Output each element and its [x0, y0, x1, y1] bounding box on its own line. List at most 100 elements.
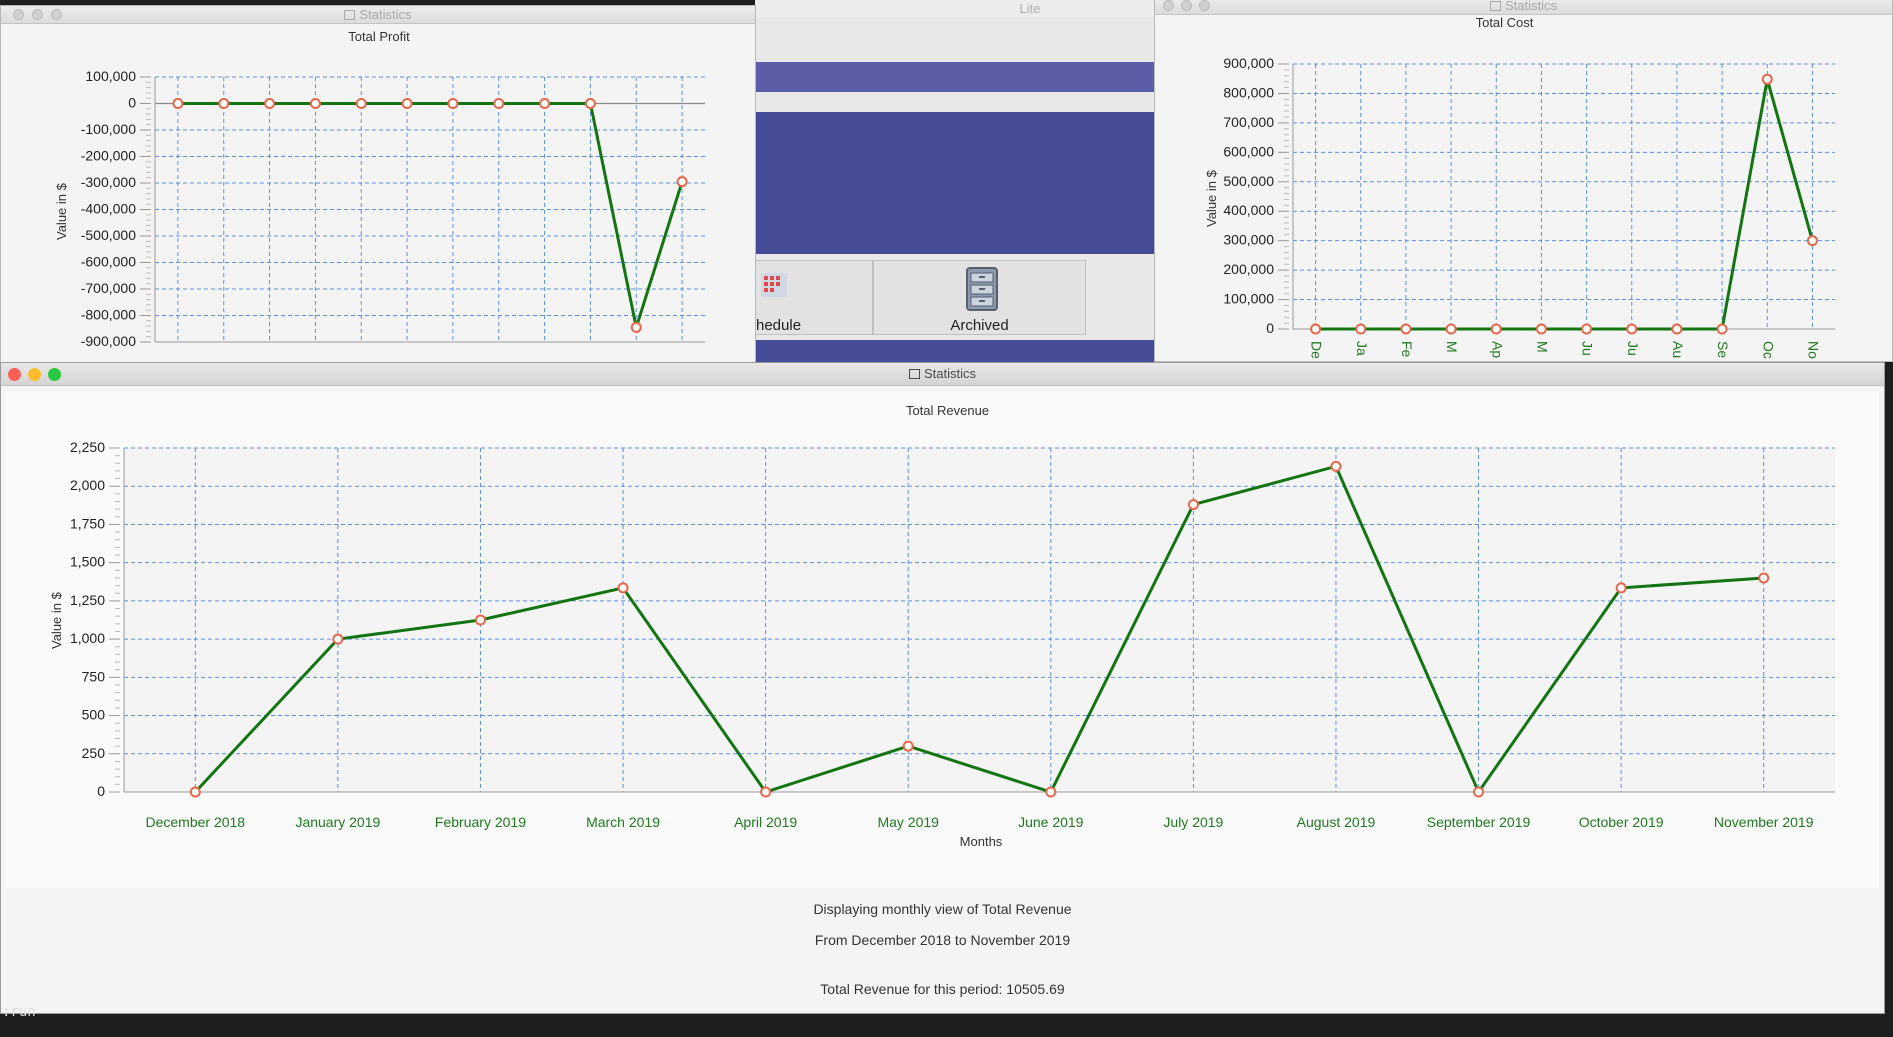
- data-point: [1045, 786, 1057, 798]
- y-tick-label: 400,000: [1223, 202, 1274, 218]
- revenue-chart-svg: 2,250 2,000 1,750 1,500 1,250 1,000 750 500 250 0…: [70, 439, 1835, 830]
- y-tick-label: 800,000: [1223, 84, 1274, 100]
- data-point: [539, 98, 551, 109]
- y-tick-label: 750: [82, 668, 106, 684]
- y-tick-label: -400,000: [81, 201, 136, 217]
- x-tick-label: December 2018: [145, 814, 245, 830]
- y-tick-label: 2,250: [70, 439, 105, 455]
- background-app-title: Lite: [1019, 1, 1041, 16]
- y-tick-label: 1,750: [70, 515, 105, 531]
- data-point: [617, 582, 629, 594]
- y-tick-label: 0: [1266, 320, 1274, 336]
- data-point: [172, 98, 184, 109]
- y-tick-label: -500,000: [81, 227, 136, 243]
- data-point: [902, 740, 914, 752]
- data-point: [630, 321, 642, 333]
- x-tick-label: May 2019: [877, 814, 939, 830]
- x-tick-label: February 2019: [435, 814, 526, 830]
- data-point: [401, 98, 413, 109]
- x-tick-label: Oc: [1760, 341, 1776, 359]
- data-point: [1716, 323, 1728, 335]
- x-tick-label: April 2019: [734, 814, 797, 830]
- cost-chart-svg: 900,000 800,000 700,000 600,000 500,000 400,0…: [1223, 55, 1835, 359]
- y-tick-label: 700,000: [1223, 114, 1274, 130]
- data-point: [1473, 786, 1485, 798]
- x-tick-label: November 2019: [1714, 814, 1814, 830]
- data-point: [189, 786, 201, 798]
- y-tick-label: -700,000: [81, 280, 136, 296]
- calendar-icon: [761, 273, 787, 297]
- x-tick-label: Ja: [1354, 341, 1370, 356]
- x-tick-label: Fe: [1399, 341, 1415, 358]
- data-point: [218, 98, 230, 109]
- filing-cabinet-icon: [966, 267, 998, 315]
- x-tick-label: September 2019: [1427, 814, 1531, 830]
- footer-total: Total Revenue for this period: 10505.69: [820, 981, 1065, 997]
- data-point: [1310, 323, 1322, 335]
- data-point: [1671, 323, 1683, 335]
- data-point: [1490, 323, 1502, 335]
- y-tick-label: -800,000: [81, 307, 136, 323]
- statistics-window-cost: Statistics Total Cost Value in $ 900,000…: [1154, 0, 1893, 362]
- data-point: [447, 98, 459, 109]
- tab-archived[interactable]: Archived: [873, 260, 1086, 335]
- x-tick-label: De: [1309, 341, 1325, 359]
- plot-area: [1293, 64, 1835, 329]
- data-point: [676, 176, 688, 188]
- data-point: [1187, 499, 1199, 511]
- x-tick-label: October 2019: [1579, 814, 1664, 830]
- tab-schedule[interactable]: hedule: [755, 260, 873, 335]
- data-point: [1761, 73, 1773, 85]
- y-tick-label: -200,000: [81, 148, 136, 164]
- y-tick-label: 300,000: [1223, 232, 1274, 248]
- y-tick-label: 1,250: [70, 592, 105, 608]
- y-tick-label: 600,000: [1223, 143, 1274, 159]
- data-point: [1330, 460, 1342, 472]
- x-tick-label: Ju: [1580, 341, 1596, 356]
- y-tick-label: -100,000: [81, 121, 136, 137]
- y-tick-label: 250: [82, 745, 106, 761]
- y-tick-label: -600,000: [81, 254, 136, 270]
- footer-date-range: From December 2018 to November 2019: [814, 932, 1071, 948]
- data-point: [1445, 323, 1457, 335]
- x-tick-label: Au: [1670, 341, 1686, 358]
- tab-archived-label: Archived: [950, 317, 1009, 334]
- x-tick-label: June 2019: [1018, 814, 1084, 830]
- x-tick-label: August 2019: [1297, 814, 1376, 830]
- y-tick-label: -900,000: [81, 333, 136, 349]
- x-tick-label: No: [1805, 341, 1821, 359]
- data-point: [309, 98, 321, 109]
- data-point: [355, 98, 367, 109]
- statistics-window-revenue: Statistics Total Revenue Value in $ Mont…: [0, 362, 1885, 1014]
- x-tick-label: Ju: [1625, 341, 1641, 356]
- terminal-output: :run: [2, 1004, 36, 1020]
- data-point: [264, 98, 276, 109]
- y-tick-label: 500: [82, 707, 106, 723]
- y-tick-label: 500,000: [1223, 173, 1274, 189]
- plot-area: [124, 448, 1835, 792]
- profit-chart-svg: 100,000 0 -100,000 -200,000 -300,000 -400,000…: [81, 68, 705, 349]
- data-point: [1626, 323, 1638, 335]
- background-app-bottom-band: [755, 340, 1155, 362]
- data-point: [474, 614, 486, 626]
- statistics-window-profit: Statistics Total Profit Value in $ 100,0…: [0, 5, 756, 365]
- data-point: [493, 98, 505, 109]
- data-point: [1758, 572, 1770, 584]
- x-tick-label: July 2019: [1163, 814, 1223, 830]
- y-tick-label: 100,000: [85, 68, 136, 84]
- data-point: [1806, 235, 1818, 247]
- background-app-header-band: [755, 62, 1155, 92]
- y-tick-label: 1,000: [70, 630, 105, 646]
- x-tick-label: Se: [1715, 341, 1731, 358]
- x-tick-label: March 2019: [586, 814, 660, 830]
- y-tick-label: 100,000: [1223, 291, 1274, 307]
- data-point: [584, 98, 596, 109]
- y-tick-label: -300,000: [81, 174, 136, 190]
- data-point: [332, 633, 344, 645]
- data-point: [1581, 323, 1593, 335]
- footer-view-description: Displaying monthly view of Total Revenue: [813, 901, 1072, 917]
- y-tick-label: 0: [128, 95, 136, 111]
- data-point: [1535, 323, 1547, 335]
- tab-schedule-label: hedule: [756, 317, 802, 334]
- background-app-titlebar: Lite: [755, 0, 1155, 17]
